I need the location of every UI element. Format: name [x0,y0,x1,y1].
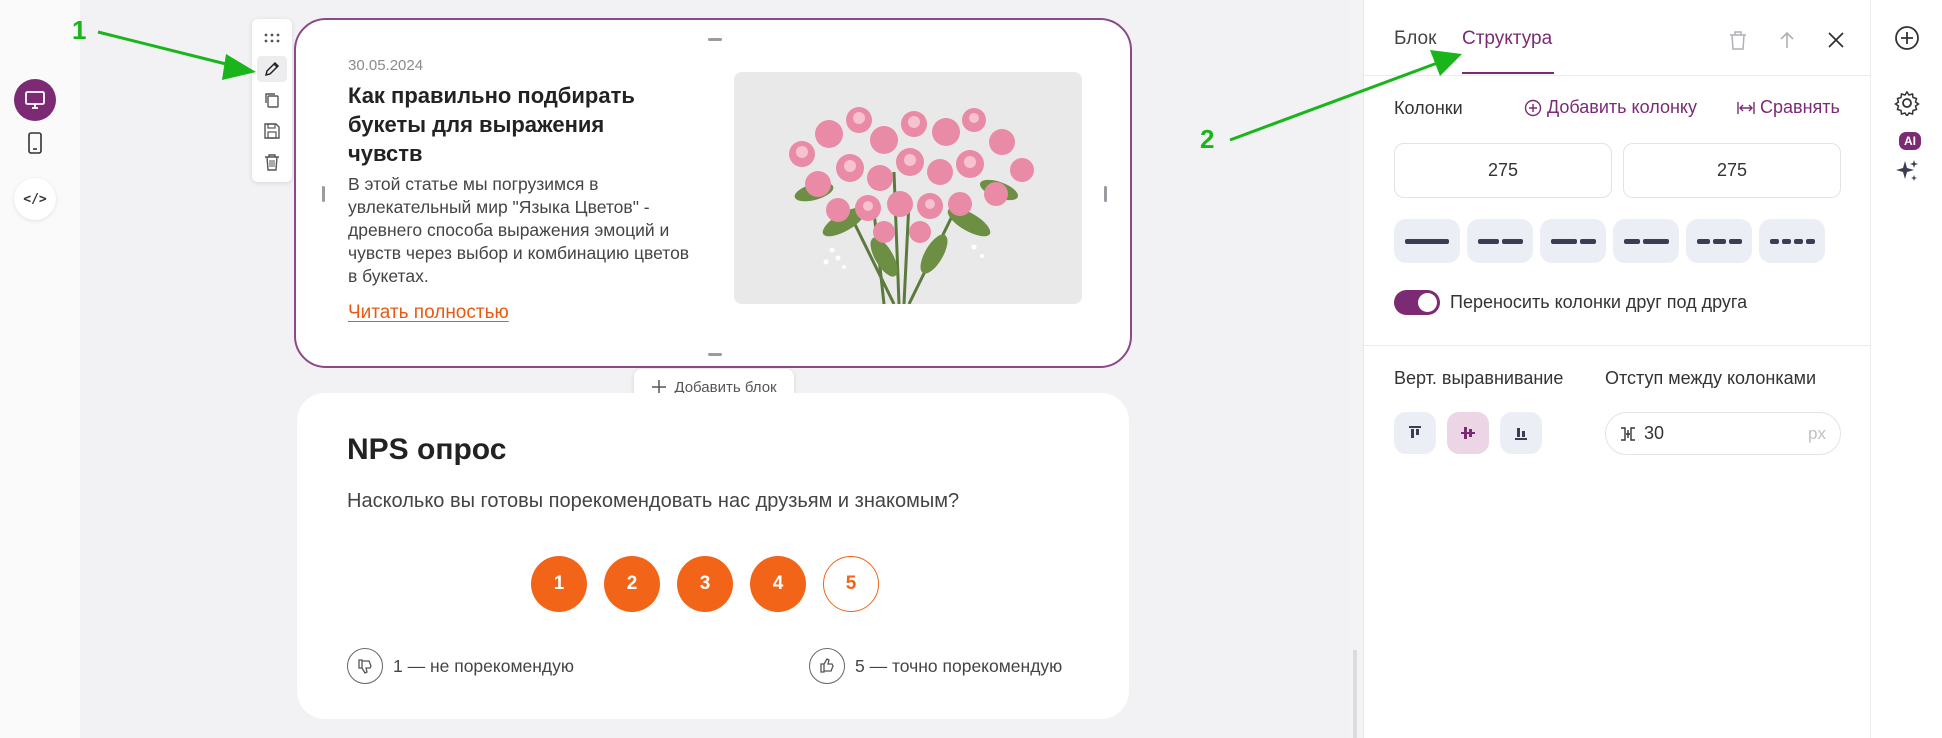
device-switcher: </> [0,0,80,738]
thumbs-up-icon [809,648,845,684]
gap-label: Отступ между колонками [1605,368,1817,388]
resize-handle-bottom[interactable] [708,353,722,356]
add-column-label: Добавить колонку [1547,97,1697,117]
article-block[interactable]: 30.05.2024 Как правильно подбирать букет… [294,18,1132,368]
flower-bouquet-image [734,72,1082,304]
article-text: В этой статье мы погрузимся в увлекатель… [348,174,690,286]
preset-2-columns[interactable] [1467,219,1533,263]
duplicate-block-button[interactable] [257,87,287,113]
nps-score-5[interactable]: 5 [823,556,879,612]
right-rail: AI [1870,0,1942,738]
block-toolbar [252,19,292,182]
pencil-icon [264,61,280,77]
columns-label: Колонки [1394,98,1463,118]
nps-score-3[interactable]: 3 [677,556,733,612]
phone-icon [28,132,42,154]
mobile-view-button[interactable] [14,122,56,164]
column-1-width-input[interactable]: 275 [1394,143,1612,198]
plus-circle-icon [1895,26,1919,50]
align-center-icon [1461,427,1475,439]
save-icon [264,123,280,139]
arrow-up-icon [1780,31,1794,48]
drag-icon [264,33,280,43]
nps-score-4[interactable]: 4 [750,556,806,612]
valign-center-button[interactable] [1447,412,1489,454]
monitor-icon [25,91,45,109]
nps-low-label: 1 — не порекомендую [393,655,574,676]
nps-score-1[interactable]: 1 [531,556,587,612]
column-2-width-input[interactable]: 275 [1623,143,1841,198]
desktop-view-button[interactable] [14,79,56,121]
edit-block-button[interactable] [257,56,287,82]
nps-score-2[interactable]: 2 [604,556,660,612]
gear-icon [1894,90,1920,116]
preset-1-column[interactable] [1394,219,1460,263]
column-gap-icon [1621,426,1635,441]
article-date: 30.05.2024 [348,57,424,74]
add-element-button[interactable] [1893,24,1921,52]
preset-4-columns[interactable] [1759,219,1825,263]
column-gap-unit: px [1808,423,1826,443]
article-title: Как правильно подбирать букеты для выраж… [348,83,635,166]
read-more-link[interactable]: Читать полностью [348,302,509,324]
trash-icon [1730,31,1746,50]
wrap-columns-toggle[interactable] [1394,290,1440,315]
article-image [734,72,1082,304]
nps-title: NPS опрос [347,433,507,466]
resize-handle-right[interactable] [1104,186,1107,202]
ai-assistant-button[interactable] [1893,157,1921,185]
preset-3-columns[interactable] [1686,219,1752,263]
close-icon [1828,32,1844,48]
nps-low-legend: 1 — не порекомендую [347,648,574,684]
nps-high-legend: 5 — точно порекомендую [809,648,1062,684]
sparkle-icon [1896,160,1918,181]
nps-block[interactable]: NPS опрос Насколько вы готовы порекоменд… [297,393,1129,719]
code-icon: </> [23,191,47,207]
panel-up-button[interactable] [1775,28,1799,52]
plus-circle-icon [1524,99,1542,116]
nps-high-label: 5 — точно порекомендую [855,655,1063,676]
code-view-button[interactable]: </> [14,178,56,220]
tab-block[interactable]: Блок [1394,28,1436,50]
annotation-label-1: 1 [72,15,87,45]
settings-panel: Блок Структура Колонки Добавить колонку … [1363,0,1871,738]
align-bottom-icon [1515,428,1527,440]
panel-close-button[interactable] [1824,28,1848,52]
equalize-columns-label: Сравнять [1760,97,1840,117]
valign-bottom-button[interactable] [1500,412,1542,454]
panel-scrollbar[interactable] [1353,650,1357,738]
resize-handle-left[interactable] [322,186,325,202]
save-block-button[interactable] [257,118,287,144]
align-top-icon [1409,426,1421,438]
copy-icon [265,93,279,108]
preset-2-columns-wide-right[interactable] [1613,219,1679,263]
column-gap-value: 30 [1644,423,1665,443]
delete-block-button[interactable] [257,149,287,175]
valign-label: Верт. выравнивание [1394,368,1564,388]
thumbs-down-icon [347,648,383,684]
drag-handle[interactable] [257,25,287,51]
panel-delete-button[interactable] [1726,28,1750,52]
equalize-columns-button[interactable]: Сравнять [1737,97,1840,118]
add-column-button[interactable]: Добавить колонку [1524,97,1697,118]
wrap-columns-label: Переносить колонки друг под друга [1450,292,1748,312]
column-gap-input[interactable]: 30 px [1605,412,1841,455]
divider [1364,75,1871,76]
preset-2-columns-wide-left[interactable] [1540,219,1606,263]
nps-question: Насколько вы готовы порекомендовать нас … [347,490,960,512]
valign-top-button[interactable] [1394,412,1436,454]
settings-button[interactable] [1893,89,1921,117]
ai-badge: AI [1899,132,1921,150]
active-tab-indicator [1462,72,1554,74]
annotation-label-2: 2 [1200,124,1215,154]
trash-icon [265,154,279,171]
divider [1364,345,1871,346]
resize-handle-top[interactable] [708,38,722,41]
tab-structure[interactable]: Структура [1462,28,1552,50]
equalize-icon [1737,101,1755,114]
